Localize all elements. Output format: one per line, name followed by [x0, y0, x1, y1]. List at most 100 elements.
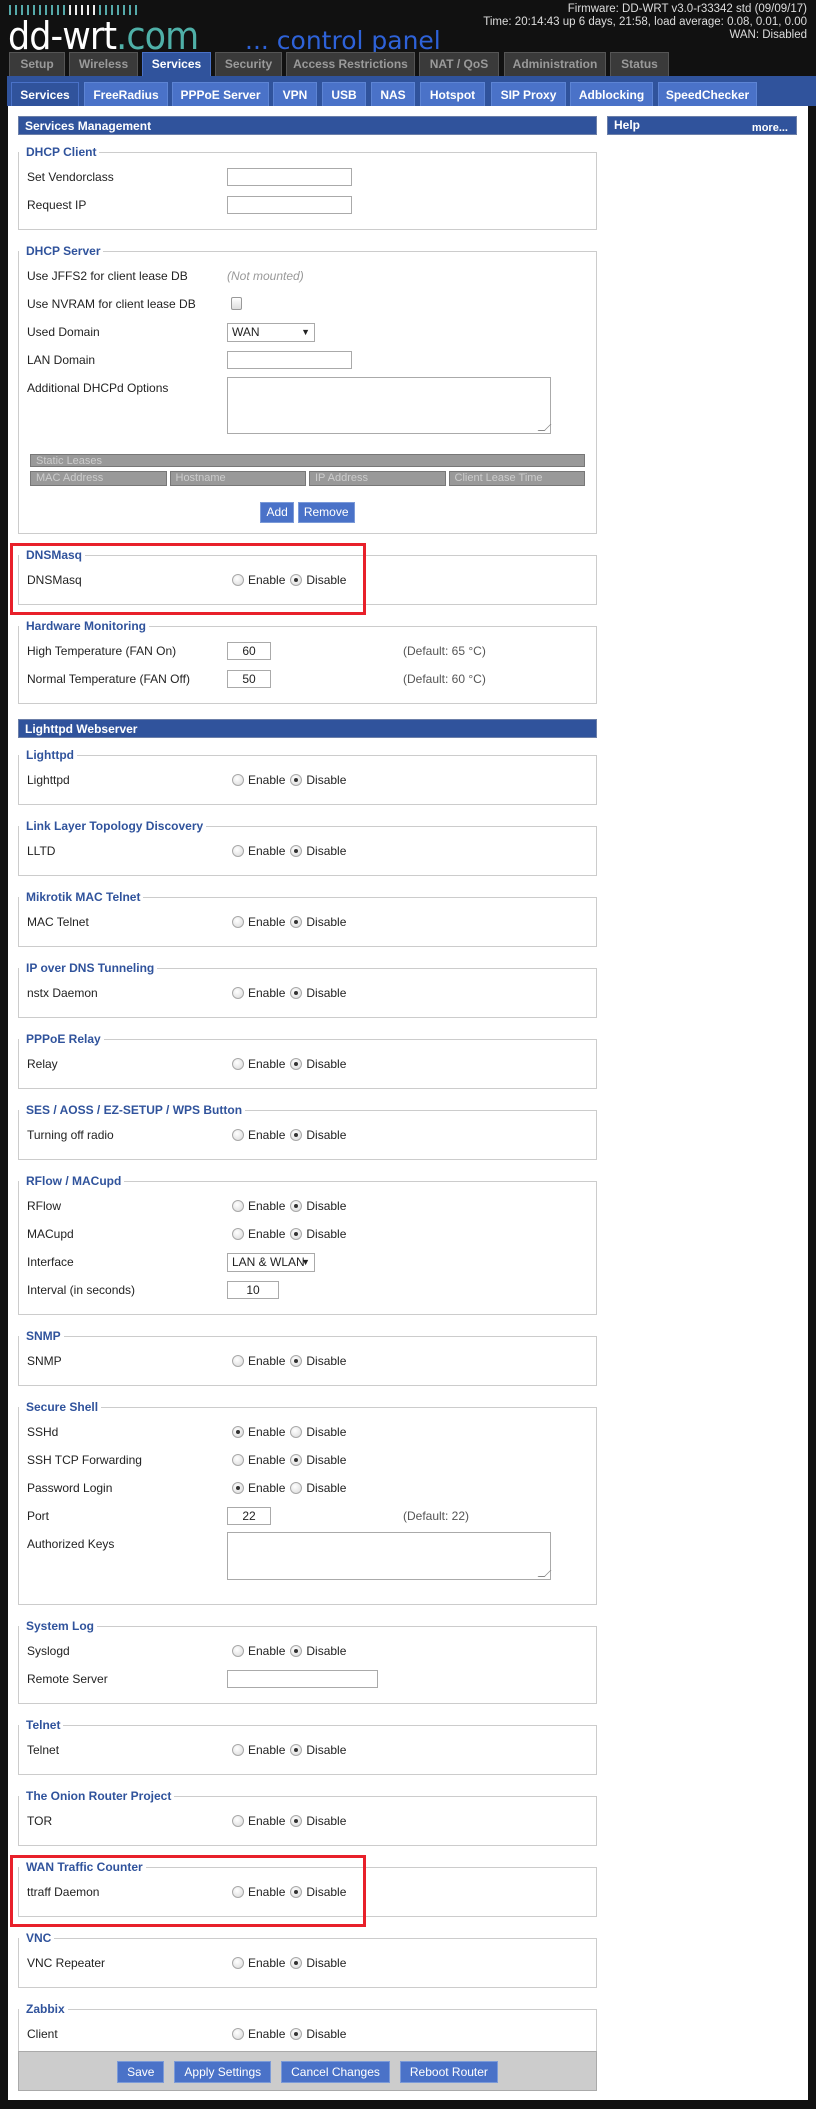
radio-enable[interactable]	[232, 844, 244, 857]
radio-enable[interactable]	[232, 573, 244, 586]
tab-setup[interactable]: Setup	[9, 52, 65, 76]
radio-enable[interactable]	[232, 1354, 244, 1367]
radio-enable[interactable]	[232, 1453, 244, 1466]
subtab-sip-proxy[interactable]: SIP Proxy	[491, 82, 566, 107]
text-input-remote-server[interactable]	[227, 1670, 378, 1688]
fieldset-legend: SES / AOSS / EZ-SETUP / WPS Button	[19, 1103, 246, 1118]
fieldset-link-layer-topology-discovery: Link Layer Topology Discovery LLTD Enable D…	[18, 819, 597, 876]
radio-disable[interactable]	[290, 1425, 303, 1438]
number-wrap: 60	[227, 642, 271, 660]
radio-enable[interactable]	[232, 1199, 244, 1212]
textarea-additional-dhcpd-options[interactable]	[227, 377, 551, 434]
radio-disable[interactable]	[290, 1227, 303, 1240]
row-additional-dhcpd-options: Additional DHCPd Options	[19, 374, 596, 440]
radio-enable[interactable]	[232, 1956, 244, 1969]
select-interface[interactable]: LAN & WLAN ▼	[227, 1253, 315, 1272]
radio-disable-label: Disable	[306, 1353, 347, 1368]
number-input-interval-in-seconds[interactable]: 10	[227, 1281, 279, 1299]
help-more-link[interactable]: more...	[752, 122, 788, 134]
row-lltd: LLTD Enable Disable	[19, 837, 596, 865]
radio-group-lighttpd: Enable Disable	[232, 772, 351, 787]
radio-disable[interactable]	[290, 1956, 303, 1969]
radio-disable[interactable]	[290, 1743, 303, 1756]
radio-disable[interactable]	[290, 1644, 303, 1657]
radio-enable[interactable]	[232, 1227, 244, 1240]
radio-disable[interactable]	[290, 1481, 303, 1494]
static-leases-columns: MAC Address Hostname IP Address Client Leas…	[30, 471, 585, 486]
radio-group-ssh-tcp-forwarding: Enable Disable	[232, 1452, 351, 1467]
radio-enable-label: Enable	[248, 1127, 286, 1142]
tab-access-restrictions[interactable]: Access Restrictions	[286, 52, 415, 76]
fieldset-legend: DNSMasq	[19, 548, 86, 563]
radio-disable[interactable]	[290, 1814, 303, 1827]
services-form: Services Management DHCP Client Set Vendor…	[10, 116, 597, 2074]
radio-enable[interactable]	[232, 773, 244, 786]
radio-disable[interactable]	[290, 844, 303, 857]
radio-disable[interactable]	[290, 986, 303, 999]
radio-enable[interactable]	[232, 1481, 244, 1494]
radio-enable[interactable]	[232, 1743, 244, 1756]
text-input-lan-domain[interactable]	[227, 351, 352, 369]
tab-security[interactable]: Security	[215, 52, 282, 76]
fieldset-snmp: SNMP SNMP Enable Disable	[18, 1329, 597, 1386]
fieldset-legend: Hardware Monitoring	[19, 619, 150, 634]
subtab-pppoe-server[interactable]: PPPoE Server	[172, 82, 269, 107]
radio-enable[interactable]	[232, 1425, 244, 1438]
radio-enable[interactable]	[232, 1057, 244, 1070]
radio-enable[interactable]	[232, 1814, 244, 1827]
apply-settings-button[interactable]: Apply Settings	[174, 2061, 272, 2083]
column-header: Client Lease Time	[448, 471, 585, 486]
row-mac-telnet: MAC Telnet Enable Disable	[19, 908, 596, 936]
radio-enable[interactable]	[232, 1128, 244, 1141]
tab-administration[interactable]: Administration	[504, 52, 606, 76]
radio-enable-label: Enable	[248, 1424, 286, 1439]
radio-disable[interactable]	[290, 1354, 303, 1367]
tab-wireless[interactable]: Wireless	[69, 52, 138, 76]
subtab-speedchecker[interactable]: SpeedChecker	[658, 82, 757, 107]
field-label: Used Domain	[27, 325, 100, 339]
radio-disable[interactable]	[290, 573, 303, 586]
reboot-router-button[interactable]: Reboot Router	[399, 2061, 498, 2083]
row-turning-off-radio: Turning off radio Enable Disable	[19, 1121, 596, 1149]
subtab-freeradius[interactable]: FreeRadius	[84, 82, 168, 107]
tab-nat-qos[interactable]: NAT / QoS	[419, 52, 499, 76]
radio-disable[interactable]	[290, 1199, 303, 1212]
field-label: Use JFFS2 for client lease DB	[27, 269, 188, 283]
radio-disable[interactable]	[290, 1128, 303, 1141]
radio-disable[interactable]	[290, 1057, 303, 1070]
number-input-port[interactable]: 22	[227, 1507, 271, 1525]
subtab-vpn[interactable]: VPN	[273, 82, 317, 107]
number-wrap: 10	[227, 1281, 279, 1299]
radio-disable[interactable]	[290, 915, 303, 928]
subtab-nas[interactable]: NAS	[371, 82, 415, 107]
text-input-set-vendorclass[interactable]	[227, 168, 352, 186]
subtab-services[interactable]: Services	[11, 82, 79, 107]
radio-enable[interactable]	[232, 2027, 244, 2040]
radio-disable[interactable]	[290, 1453, 303, 1466]
textarea-authorized-keys[interactable]	[227, 1532, 551, 1580]
remove-button[interactable]: Remove	[297, 502, 355, 523]
radio-enable[interactable]	[232, 1644, 244, 1657]
number-input-high-temperature-fan-on[interactable]: 60	[227, 642, 271, 660]
radio-enable[interactable]	[232, 1885, 244, 1898]
text-input-request-ip[interactable]	[227, 196, 352, 214]
subtab-usb[interactable]: USB	[322, 82, 366, 107]
number-wrap: 50	[227, 670, 271, 688]
save-button[interactable]: Save	[117, 2061, 165, 2083]
checkbox-use-nvram-for-client-lease-db[interactable]	[231, 297, 242, 310]
subtab-adblocking[interactable]: Adblocking	[570, 82, 653, 107]
number-input-normal-temperature-fan-off[interactable]: 50	[227, 670, 271, 688]
radio-disable[interactable]	[290, 773, 303, 786]
radio-enable[interactable]	[232, 986, 244, 999]
add-button[interactable]: Add	[260, 502, 294, 523]
select-used-domain[interactable]: WAN ▼	[227, 323, 315, 342]
radio-disable[interactable]	[290, 2027, 303, 2040]
radio-enable[interactable]	[232, 915, 244, 928]
tab-status[interactable]: Status	[610, 52, 669, 76]
field-label: Remote Server	[27, 1672, 108, 1686]
field-label: ttraff Daemon	[27, 1885, 100, 1899]
radio-disable[interactable]	[290, 1885, 303, 1898]
tab-services[interactable]: Services	[142, 52, 211, 76]
subtab-hotspot[interactable]: Hotspot	[420, 82, 485, 107]
cancel-changes-button[interactable]: Cancel Changes	[281, 2061, 390, 2083]
